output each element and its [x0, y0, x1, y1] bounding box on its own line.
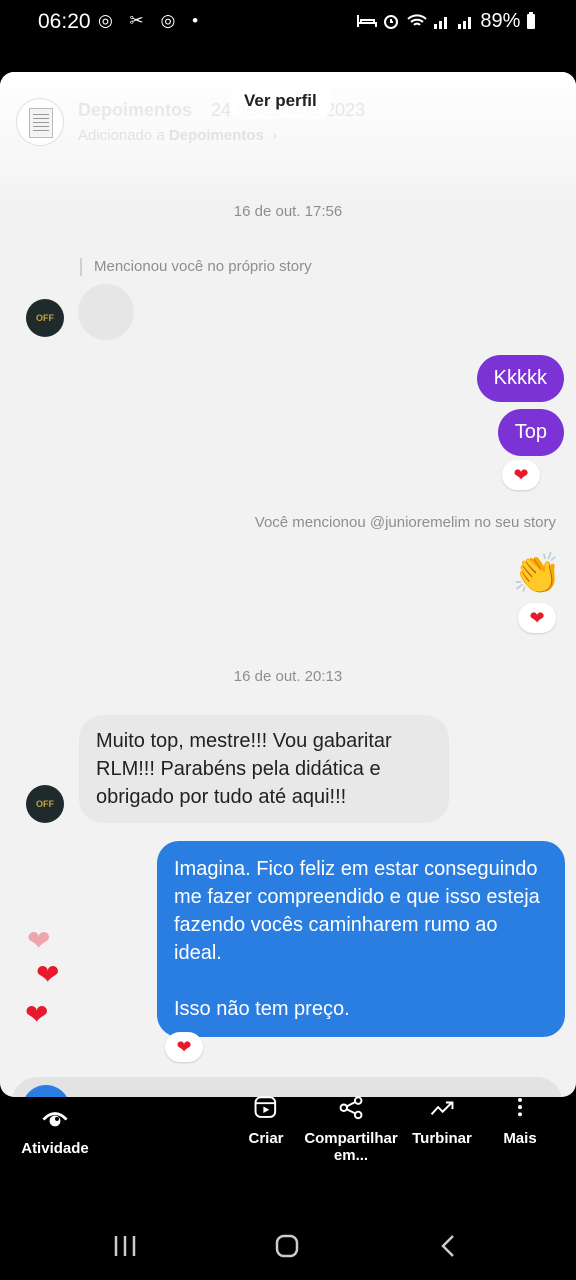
home-icon[interactable] — [274, 1234, 300, 1258]
share-label-line2: em... — [333, 1147, 369, 1164]
added-highlight-name: Depoimentos — [168, 127, 264, 144]
status-time: 06:20 — [38, 10, 91, 33]
heart-reaction-icon: ❤ — [518, 603, 556, 633]
document-thumbnail — [29, 108, 53, 138]
heart-reaction-icon: ❤ — [165, 1032, 203, 1062]
boost-button[interactable]: Turbinar — [404, 1096, 480, 1147]
view-profile-button[interactable]: Ver perfil — [230, 84, 331, 118]
outgoing-message-paragraph-1: Imagina. Fico feliz em estar conseguindo… — [174, 858, 540, 964]
message-kkkkk: Kkkkk — [476, 355, 564, 402]
floating-heart-icon: ❤ — [27, 925, 51, 956]
status-right: 89% — [356, 10, 536, 33]
share-button[interactable]: Compartilhar em... — [302, 1096, 400, 1164]
create-label: Criar — [248, 1130, 284, 1147]
recent-apps-icon[interactable] — [112, 1234, 138, 1258]
message-top: Top — [497, 409, 564, 456]
clapping-hands-icon: 👏 — [512, 552, 562, 596]
eye-icon — [42, 1112, 68, 1127]
notification-icons: ◎ ✂ ◎ • — [98, 11, 205, 30]
battery-percent: 89% — [480, 10, 521, 32]
outgoing-message-paragraph-2: Isso não tem preço. — [174, 998, 350, 1020]
outgoing-message: Imagina. Fico feliz em estar conseguindo… — [157, 841, 565, 1037]
reels-icon — [254, 1096, 277, 1118]
you-mentioned-label: Você mencionou @junioremelim no seu stor… — [254, 514, 556, 531]
timestamp-2: 16 de out. 20:13 — [233, 668, 343, 685]
contact-avatar: OFF — [26, 785, 64, 823]
mentioned-story-thumbnail — [78, 284, 134, 340]
trending-up-icon — [430, 1101, 454, 1115]
back-icon[interactable] — [438, 1234, 460, 1258]
signal-icon — [434, 17, 448, 29]
more-label: Mais — [503, 1130, 537, 1147]
chevron-right-icon: › — [268, 127, 278, 144]
activity-label: Atividade — [21, 1140, 89, 1157]
mention-label: Mencionou você no próprio story — [80, 258, 312, 276]
added-prefix: Adicionado a — [78, 127, 169, 144]
more-vertical-icon — [518, 1097, 522, 1117]
more-button[interactable]: Mais — [492, 1096, 548, 1147]
floating-heart-icon: ❤ — [36, 959, 60, 990]
boost-label: Turbinar — [412, 1130, 472, 1147]
incoming-message: Muito top, mestre!!! Vou gabaritar RLM!!… — [79, 715, 449, 823]
share-label-line1: Compartilhar — [304, 1130, 398, 1147]
alarm-icon — [384, 15, 399, 29]
status-bar: 06:20 ◎ ✂ ◎ • 89% — [0, 0, 576, 46]
added-to-highlight[interactable]: Adicionado a Depoimentos › — [78, 127, 277, 144]
highlight-title[interactable]: Depoimentos — [78, 100, 192, 121]
bed-icon — [356, 15, 377, 27]
timestamp-1: 16 de out. 17:56 — [233, 203, 343, 220]
system-navigation-bar — [0, 1210, 576, 1280]
floating-heart-icon: ❤ — [25, 999, 49, 1030]
contact-avatar: OFF — [26, 299, 64, 337]
highlight-avatar[interactable] — [16, 98, 64, 146]
wifi-icon — [407, 14, 427, 26]
create-button[interactable]: Criar — [232, 1096, 300, 1147]
activity-button[interactable]: Atividade — [14, 1106, 96, 1157]
heart-reaction-icon: ❤ — [502, 460, 540, 490]
story-card[interactable]: Depoimentos 24 de abril de 2023 Adiciona… — [0, 72, 576, 1097]
share-icon — [339, 1096, 363, 1120]
battery-icon — [527, 12, 535, 29]
signal-icon-2 — [457, 17, 471, 29]
camera-icon[interactable] — [22, 1085, 70, 1097]
message-input-bar[interactable] — [12, 1077, 562, 1097]
